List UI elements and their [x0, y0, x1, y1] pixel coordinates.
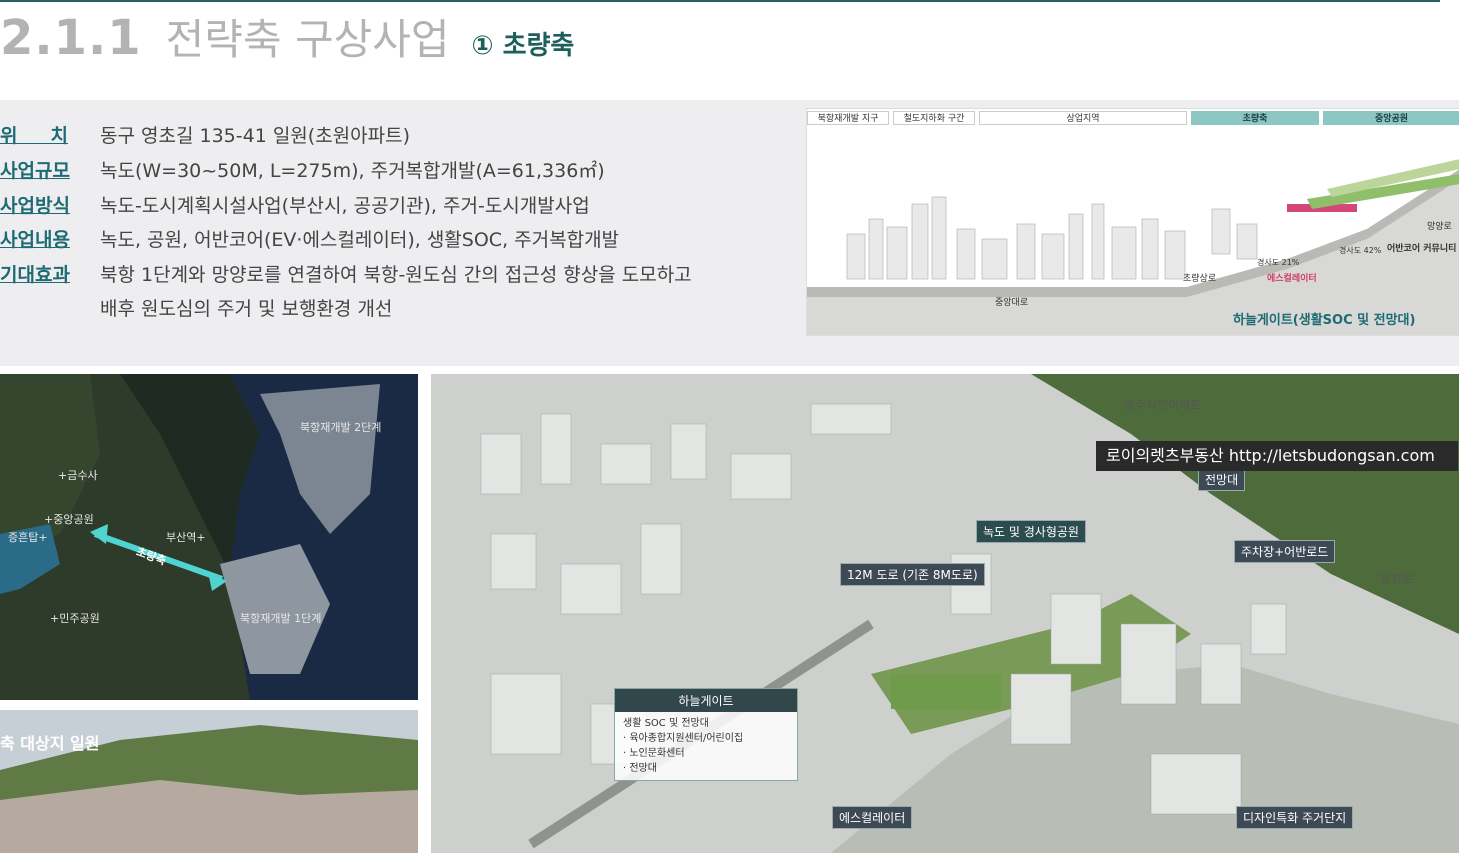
render-label-escalator: 에스컬레이터 [832, 806, 913, 829]
info-row-effect: 기대효과 북항 1단계와 망양로를 연결하여 북항-원도심 간의 접근성 향상을… [0, 263, 692, 287]
sky-gate-callout: 하늘게이트 생활 SOC 및 전망대 · 육아종합지원센터/어린이집 · 노인문… [614, 688, 798, 781]
info-value: 북항 1단계와 망양로를 연결하여 북항-원도심 간의 접근성 향상을 도모하고 [100, 264, 692, 286]
render-label-greenway: 녹도 및 경사형공원 [976, 520, 1086, 543]
info-label: 사업방식 [0, 195, 70, 217]
render-label-parking: 주차장+어반로드 [1234, 540, 1336, 563]
callout-line: · 육아종합지원센터/어린이집 [623, 733, 744, 744]
render-label-mangyang: 망양로 [1380, 572, 1414, 586]
callout-line: · 전망대 [623, 763, 657, 774]
map-label: +금수사 [58, 469, 98, 482]
info-row-content: 사업내용 녹도, 공원, 어반코어(EV·에스컬레이터), 생활SOC, 주거복… [0, 228, 619, 252]
label-choryang-road: 초량상로 [1183, 274, 1217, 284]
section-diagram: 북항재개발 지구 철도지하화 구간 상업지역 초량축 중앙공원 중앙대로 초량상… [806, 108, 1459, 336]
info-value: 녹도-도시계획시설사업(부산시, 공공기관), 주거-도시개발사업 [100, 195, 590, 217]
info-label: 사업내용 [0, 229, 70, 251]
label-slope-2: 경사도 42% [1339, 246, 1382, 255]
callout-body: 생활 SOC 및 전망대 · 육아종합지원센터/어린이집 · 노인문화센터 · … [615, 712, 797, 780]
info-label [0, 297, 100, 321]
label-urban-core: 어반코어 커뮤니티 [1387, 244, 1457, 254]
top-rule [0, 0, 1440, 2]
info-value: 동구 영초길 135-41 일원(초원아파트) [100, 125, 411, 147]
map-label: 부산역+ [166, 531, 206, 544]
info-label: 기대효과 [0, 264, 70, 286]
section-number: 2.1.1 [0, 10, 142, 66]
photo-label: 축 대상지 일원 [0, 734, 100, 753]
info-value: 녹도(W=30~50M, L=275m), 주거복합개발(A=61,336㎡) [100, 160, 605, 182]
info-row-effect-cont: 배후 원도심의 주거 및 보행환경 개선 [0, 297, 392, 321]
render-label-observatory: 전망대 [1198, 468, 1246, 491]
info-value: 배후 원도심의 주거 및 보행환경 개선 [100, 298, 393, 320]
render-label-design-housing: 디자인특화 주거단지 [1236, 806, 1354, 829]
map-label: 북항재개발 1단계 [240, 612, 322, 625]
info-label: 위 치 [0, 125, 69, 147]
map-label: +중앙공원 [44, 513, 94, 526]
label-mangyang-road: 망양로 [1427, 222, 1452, 232]
map-label: 증흔탑+ [8, 531, 48, 544]
project-info-box: 위 치 동구 영초길 135-41 일원(초원아파트) 사업규모 녹도(W=30… [0, 100, 806, 366]
watermark: 로이의렛츠부동산 http://letsbudongsan.com [1096, 441, 1458, 471]
info-row-scale: 사업규모 녹도(W=30~50M, L=275m), 주거복합개발(A=61,3… [0, 159, 605, 183]
label-central-road: 중앙대로 [995, 298, 1029, 308]
callout-line: 생활 SOC 및 전망대 [623, 718, 709, 729]
map-label: +민주공원 [50, 612, 100, 625]
label-escalator: 에스컬레이터 [1267, 274, 1317, 284]
section-title: 전략축 구상사업 [165, 15, 450, 64]
info-label: 사업규모 [0, 160, 70, 182]
info-value: 녹도, 공원, 어반코어(EV·에스컬레이터), 생활SOC, 주거복합개발 [100, 229, 620, 251]
aerial-photo: 축 대상지 일원 [0, 710, 418, 853]
render-label-yeongju: 영주시민아파트 [1124, 398, 1202, 412]
info-row-location: 위 치 동구 영초길 135-41 일원(초원아파트) [0, 124, 410, 148]
callout-line: · 노인문화센터 [623, 748, 685, 759]
page-title: 2.1.1 전략축 구상사업 ① 초량축 [0, 6, 574, 66]
render-label-road: 12M 도로 (기존 8M도로) [840, 563, 985, 586]
callout-title: 하늘게이트 [615, 689, 797, 712]
section-subtitle: ① 초량축 [471, 31, 575, 61]
info-row-method: 사업방식 녹도-도시계획시설사업(부산시, 공공기관), 주거-도시개발사업 [0, 194, 590, 218]
label-slope-1: 경사도 21% [1257, 258, 1300, 267]
map-label: 북항재개발 2단계 [300, 421, 382, 434]
section-caption: 하늘게이트(생활SOC 및 전망대) [1233, 313, 1416, 328]
section-drawing [807, 159, 1459, 335]
satellite-map: 북항재개발 2단계 +금수사 +중앙공원 부산역+ 증흔탑+ +민주공원 북항재… [0, 374, 418, 700]
